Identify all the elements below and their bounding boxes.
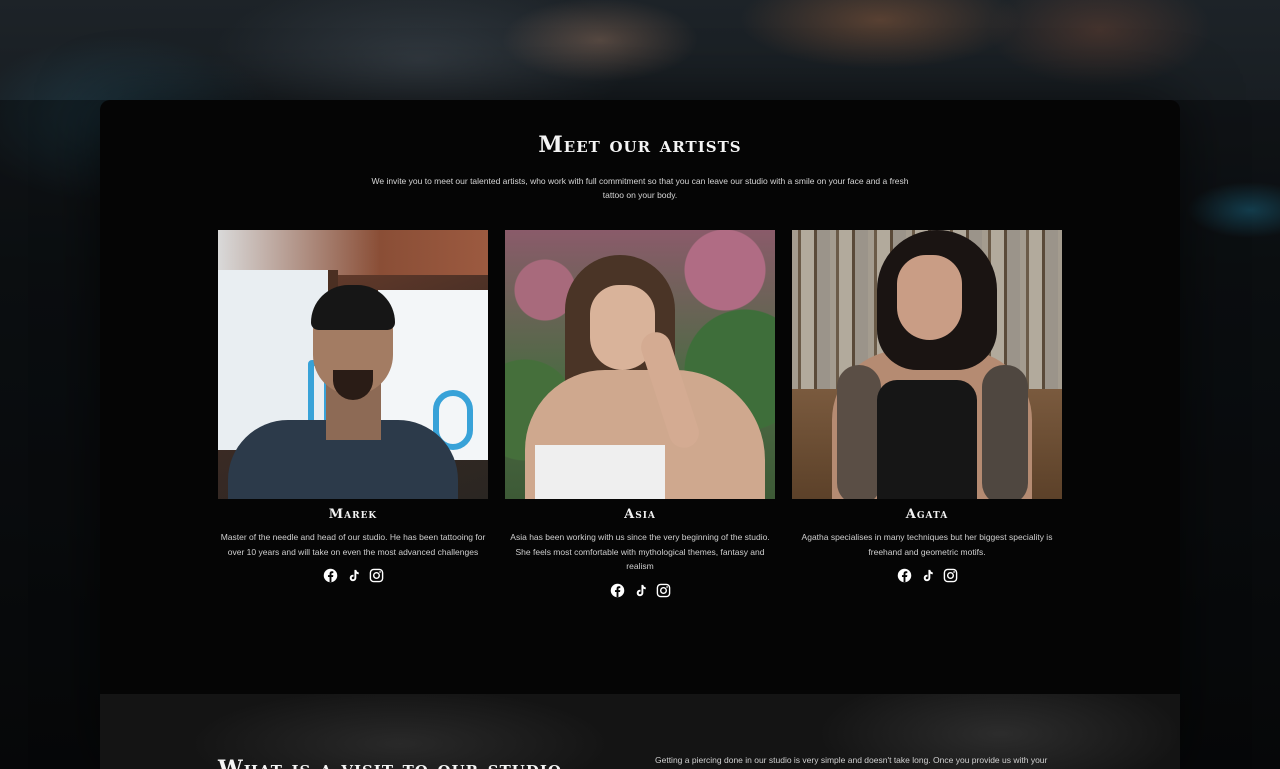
visit-section: What is a visit to our studio Getting a … xyxy=(100,694,1180,769)
artist-socials xyxy=(505,583,775,598)
artist-socials xyxy=(218,568,488,583)
tiktok-icon[interactable] xyxy=(633,583,648,598)
artist-bio: Asia has been working with us since the … xyxy=(510,532,770,571)
visit-section-text: Getting a piercing done in our studio is… xyxy=(655,755,1048,765)
section-title: Meet our artists xyxy=(538,132,742,158)
artist-photo-asia xyxy=(505,230,775,499)
artist-card-asia: Asia Asia has been working with us since… xyxy=(505,230,775,598)
artist-socials xyxy=(792,568,1062,583)
artist-bio: Agatha specialises in many techniques bu… xyxy=(801,532,1053,557)
facebook-icon[interactable] xyxy=(897,568,912,583)
artist-bio: Master of the needle and head of our stu… xyxy=(220,532,486,557)
artist-photo-agata xyxy=(792,230,1062,499)
visit-section-title: What is a visit to our studio xyxy=(218,756,562,769)
artist-name: Agata xyxy=(905,507,949,522)
facebook-icon[interactable] xyxy=(610,583,625,598)
artist-card-marek: Marek Master of the needle and head of o… xyxy=(218,230,488,583)
instagram-icon[interactable] xyxy=(369,568,384,583)
artist-name: Asia xyxy=(624,507,656,522)
artist-photo-marek xyxy=(218,230,488,499)
artist-card-agata: Agata Agatha specialises in many techniq… xyxy=(792,230,1062,583)
section-intro: We invite you to meet our talented artis… xyxy=(371,176,909,200)
instagram-icon[interactable] xyxy=(656,583,671,598)
instagram-icon[interactable] xyxy=(943,568,958,583)
artist-name: Marek xyxy=(328,507,378,522)
tiktok-icon[interactable] xyxy=(346,568,361,583)
artists-card: Meet our artists We invite you to meet o… xyxy=(100,100,1180,769)
facebook-icon[interactable] xyxy=(323,568,338,583)
tiktok-icon[interactable] xyxy=(920,568,935,583)
